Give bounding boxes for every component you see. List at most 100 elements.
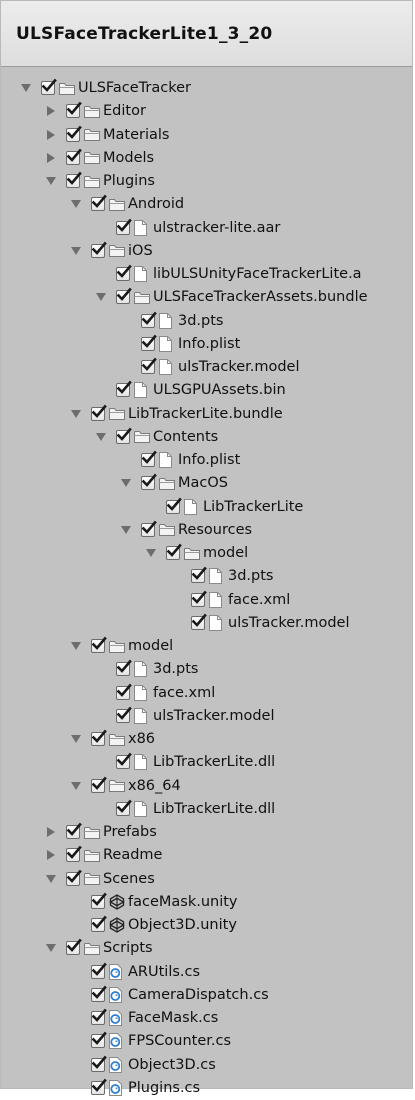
include-checkbox[interactable] — [116, 427, 132, 444]
include-checkbox[interactable] — [141, 311, 157, 328]
tree-row[interactable]: ulstracker-lite.aar — [1, 216, 412, 240]
include-checkbox[interactable] — [191, 613, 207, 630]
include-checkbox[interactable] — [66, 822, 82, 839]
tree-row[interactable]: model — [1, 541, 412, 565]
include-checkbox[interactable] — [116, 683, 132, 700]
tree-row[interactable]: model — [1, 634, 412, 658]
expand-triangle-right-icon[interactable] — [46, 152, 56, 163]
tree-row[interactable]: LibTrackerLite.bundle — [1, 402, 412, 426]
include-checkbox[interactable] — [91, 194, 107, 212]
include-checkbox[interactable] — [91, 729, 107, 746]
include-checkbox[interactable] — [116, 287, 132, 305]
include-checkbox[interactable] — [141, 357, 157, 374]
tree-row[interactable]: 3d.pts — [1, 564, 412, 588]
expand-triangle-down-icon[interactable] — [71, 781, 81, 791]
tree-row[interactable]: Info.plist — [1, 448, 412, 472]
tree-row[interactable]: CameraDispatch.cs — [1, 983, 412, 1007]
tree-row[interactable]: ARUtils.cs — [1, 960, 412, 984]
include-checkbox[interactable] — [141, 473, 157, 491]
tree-row[interactable]: Materials — [1, 123, 412, 147]
include-checkbox[interactable] — [91, 915, 107, 932]
expand-triangle-down-icon[interactable] — [46, 943, 56, 953]
tree-row[interactable]: FaceMask.cs — [1, 1006, 412, 1030]
include-checkbox[interactable] — [91, 1078, 107, 1095]
tree-row[interactable]: Object3D.cs — [1, 1053, 412, 1077]
include-checkbox[interactable] — [66, 125, 82, 142]
include-checkbox[interactable] — [66, 845, 82, 863]
tree-row[interactable]: ulsTracker.model — [1, 355, 412, 379]
tree-row[interactable]: Plugins.cs — [1, 1076, 412, 1100]
include-checkbox[interactable] — [91, 962, 107, 979]
tree-row[interactable]: Plugins — [1, 169, 412, 193]
expand-triangle-right-icon[interactable] — [46, 850, 56, 861]
tree-row[interactable]: ULSFaceTrackerAssets.bundle — [1, 285, 412, 309]
tree-row[interactable]: ulsTracker.model — [1, 704, 412, 728]
include-checkbox[interactable] — [116, 264, 132, 281]
include-checkbox[interactable] — [91, 985, 107, 1002]
tree-row[interactable]: 3d.pts — [1, 309, 412, 333]
tree-row[interactable]: LibTrackerLite.dll — [1, 797, 412, 821]
include-checkbox[interactable] — [91, 1008, 107, 1025]
tree-row[interactable]: MacOS — [1, 471, 412, 495]
include-checkbox[interactable] — [66, 938, 82, 956]
include-checkbox[interactable] — [66, 148, 82, 165]
expand-triangle-down-icon[interactable] — [46, 176, 56, 186]
tree-row[interactable]: Resources — [1, 518, 412, 542]
tree-row[interactable]: x86 — [1, 727, 412, 751]
include-checkbox[interactable] — [91, 636, 107, 653]
tree-row[interactable]: 3d.pts — [1, 657, 412, 681]
expand-triangle-down-icon[interactable] — [71, 641, 81, 651]
include-checkbox[interactable] — [116, 659, 132, 677]
tree-row[interactable]: Contents — [1, 425, 412, 449]
expand-triangle-down-icon[interactable] — [121, 478, 131, 488]
expand-triangle-down-icon[interactable] — [121, 525, 131, 535]
expand-triangle-down-icon[interactable] — [96, 292, 106, 302]
expand-triangle-right-icon[interactable] — [46, 129, 56, 140]
expand-triangle-right-icon[interactable] — [46, 827, 56, 837]
expand-triangle-down-icon[interactable] — [71, 246, 81, 256]
tree-row[interactable]: face.xml — [1, 588, 412, 612]
include-checkbox[interactable] — [191, 566, 207, 584]
expand-triangle-down-icon[interactable] — [71, 409, 81, 419]
tree-row[interactable]: Info.plist — [1, 332, 412, 356]
expand-triangle-down-icon[interactable] — [21, 83, 31, 93]
include-checkbox[interactable] — [116, 706, 132, 723]
tree-row[interactable]: Models — [1, 146, 412, 170]
tree-row[interactable]: x86_64 — [1, 774, 412, 798]
expand-triangle-down-icon[interactable] — [96, 432, 106, 442]
include-checkbox[interactable] — [66, 869, 82, 886]
tree-row[interactable]: Readme — [1, 843, 412, 867]
expand-triangle-down-icon[interactable] — [71, 734, 81, 744]
tree-row[interactable]: Android — [1, 192, 412, 216]
tree-row[interactable]: faceMask.unity — [1, 890, 412, 914]
include-checkbox[interactable] — [116, 218, 132, 235]
include-checkbox[interactable] — [91, 776, 107, 793]
include-checkbox[interactable] — [116, 799, 132, 816]
include-checkbox[interactable] — [141, 520, 157, 537]
tree-row[interactable]: Editor — [1, 99, 412, 123]
include-checkbox[interactable] — [116, 380, 132, 398]
include-checkbox[interactable] — [91, 1031, 107, 1049]
tree-row[interactable]: iOS — [1, 239, 412, 263]
tree-row[interactable]: Object3D.unity — [1, 913, 412, 937]
include-checkbox[interactable] — [41, 78, 57, 95]
tree-row[interactable]: LibTrackerLite.dll — [1, 750, 412, 774]
expand-triangle-right-icon[interactable] — [46, 106, 56, 117]
tree-row[interactable]: ULSFaceTracker — [1, 76, 412, 100]
include-checkbox[interactable] — [191, 590, 207, 607]
include-checkbox[interactable] — [141, 334, 157, 351]
tree-row[interactable]: FPSCounter.cs — [1, 1029, 412, 1053]
include-checkbox[interactable] — [166, 543, 182, 560]
include-checkbox[interactable] — [141, 450, 157, 467]
tree-row[interactable]: ulsTracker.model — [1, 611, 412, 635]
tree-row[interactable]: ULSGPUAssets.bin — [1, 378, 412, 402]
include-checkbox[interactable] — [66, 171, 82, 188]
tree-row[interactable]: LibTrackerLite — [1, 495, 412, 519]
include-checkbox[interactable] — [91, 241, 107, 258]
tree-row[interactable]: Scenes — [1, 867, 412, 891]
tree-row[interactable]: face.xml — [1, 681, 412, 705]
include-checkbox[interactable] — [91, 404, 107, 421]
include-checkbox[interactable] — [66, 101, 82, 119]
expand-triangle-down-icon[interactable] — [146, 548, 156, 558]
tree-row[interactable]: libULSUnityFaceTrackerLite.a — [1, 262, 412, 286]
